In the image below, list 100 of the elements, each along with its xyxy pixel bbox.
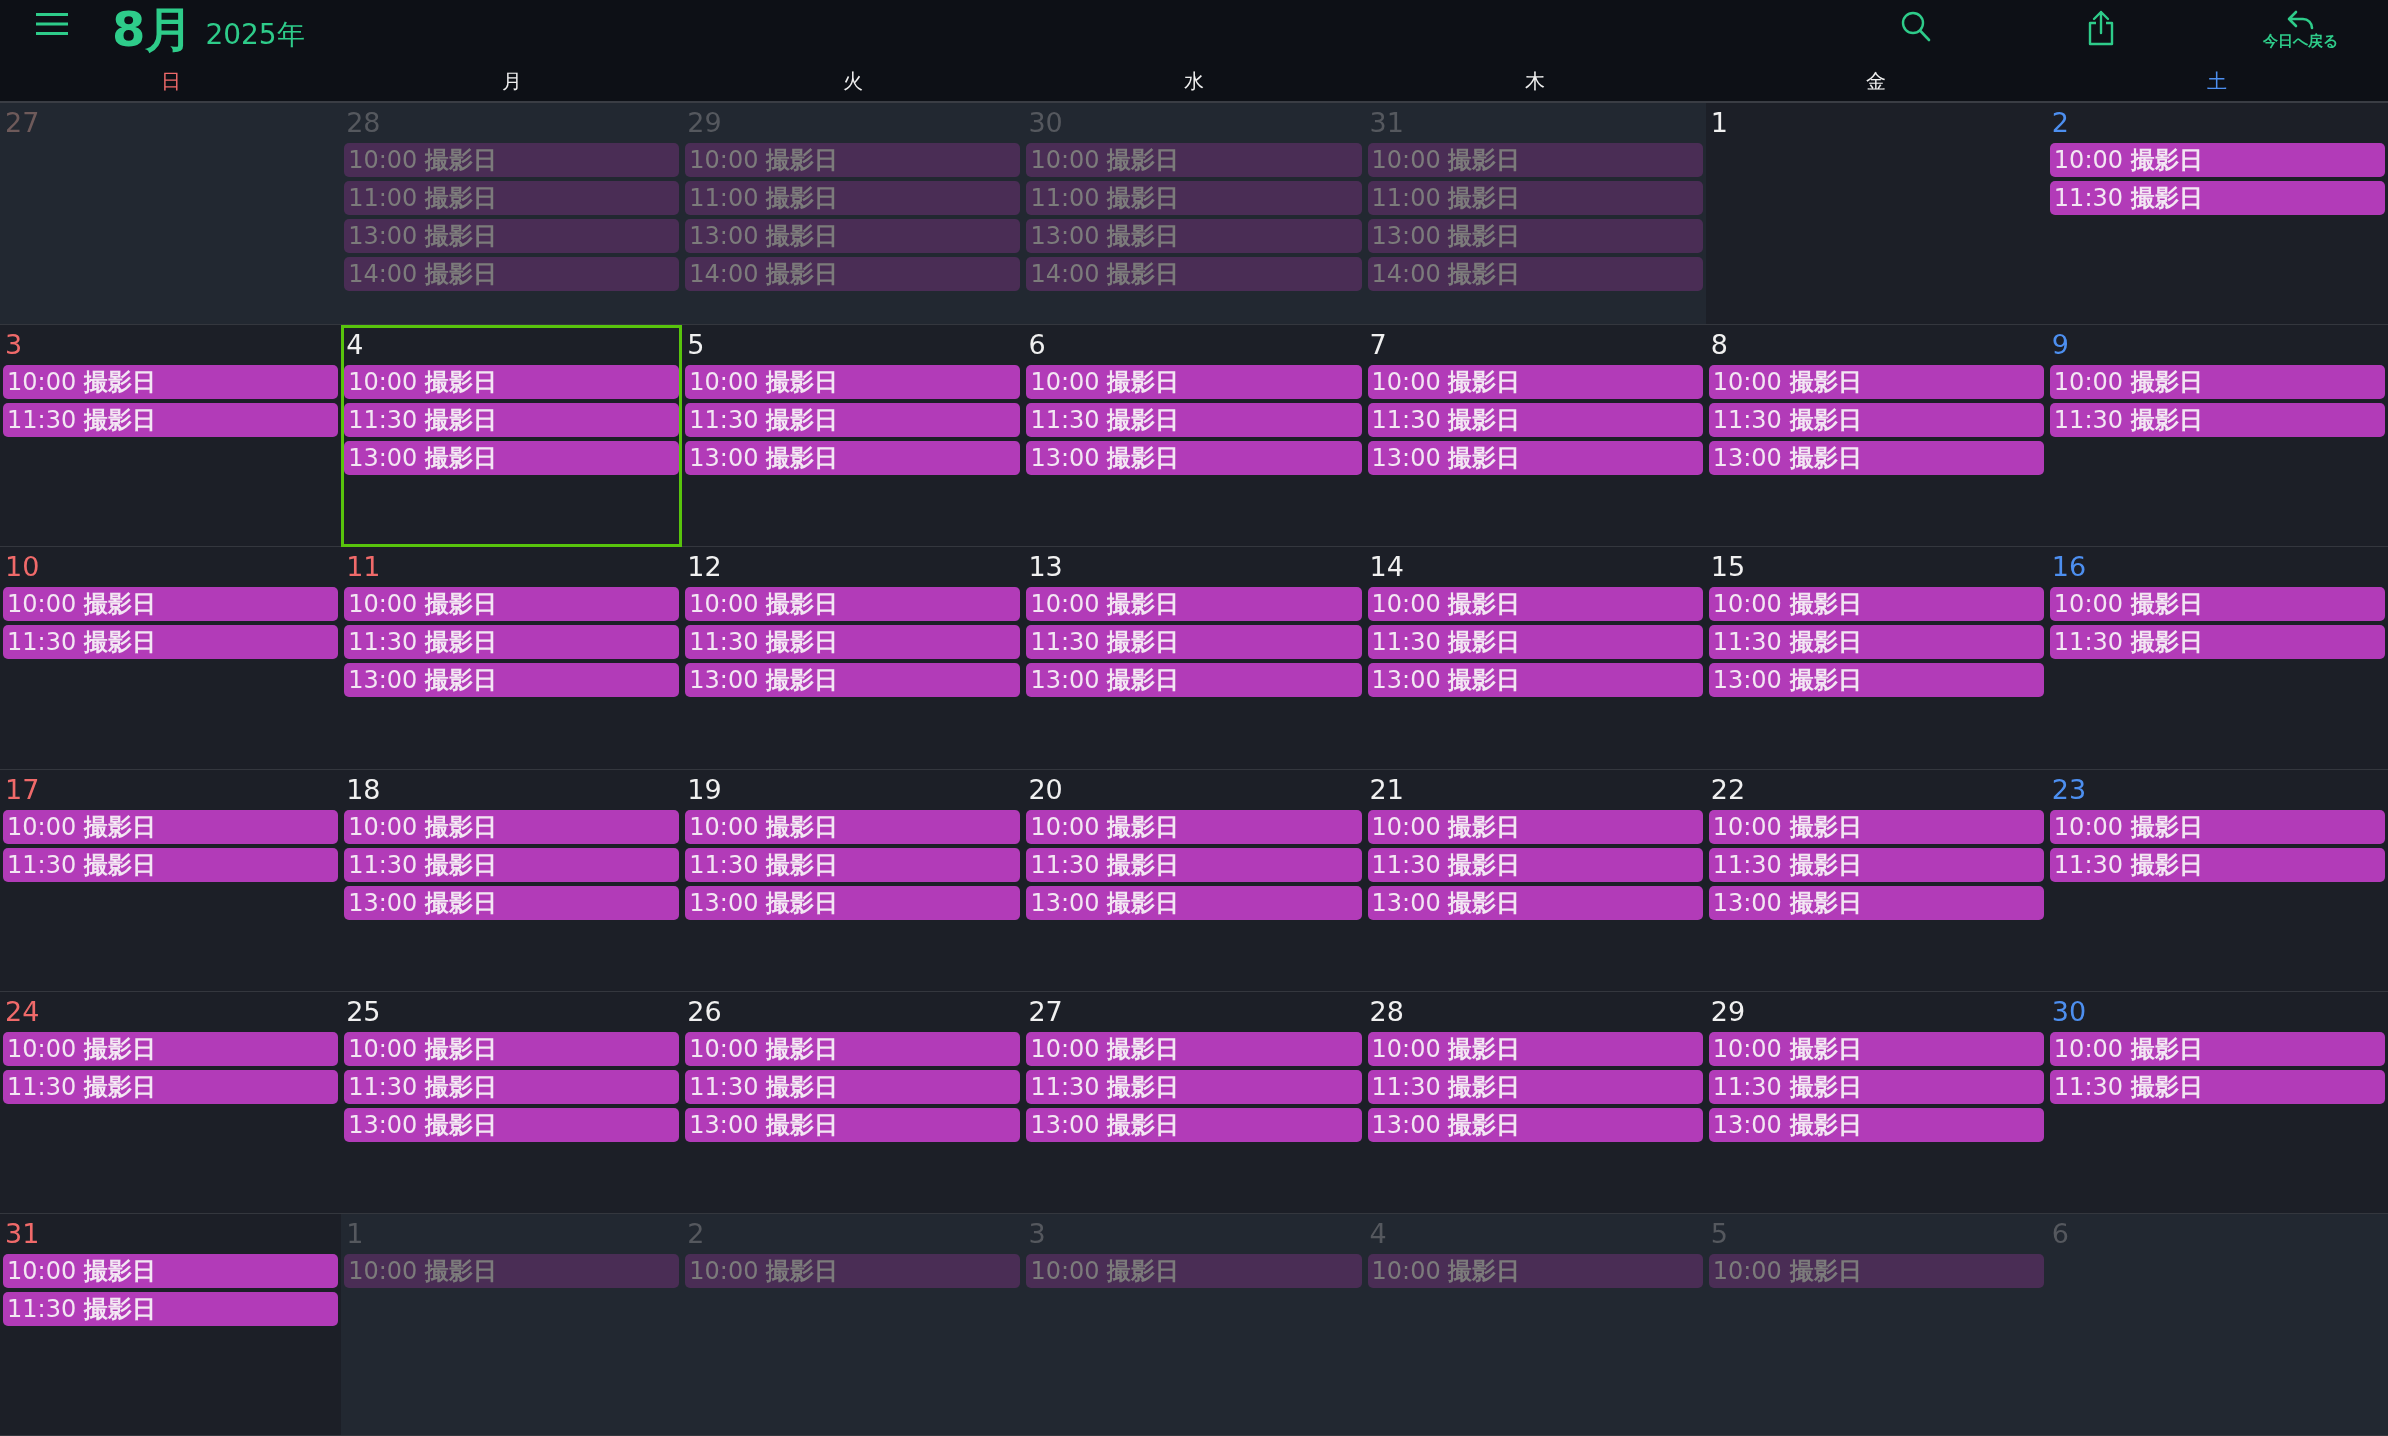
- event-bar[interactable]: 11:30 撮影日: [1367, 625, 1703, 660]
- back-to-today-button[interactable]: 今日へ戻る: [2263, 9, 2338, 51]
- event-bar[interactable]: 13:00 撮影日: [1026, 885, 1362, 920]
- event-bar[interactable]: 10:00 撮影日: [1367, 365, 1703, 400]
- event-bar[interactable]: 13:00 撮影日: [1026, 1107, 1362, 1142]
- event-bar[interactable]: 14:00 撮影日: [1367, 257, 1703, 291]
- event-bar[interactable]: 13:00 撮影日: [685, 663, 1021, 698]
- selected-day-cell[interactable]: 4 10:00 撮影日 11:30 撮影日 13:00 撮影日: [341, 325, 683, 548]
- day-cell[interactable]: 27: [0, 103, 342, 326]
- event-bar[interactable]: 13:00 撮影日: [1367, 219, 1703, 253]
- share-icon[interactable]: [2087, 10, 2115, 46]
- menu-icon[interactable]: [36, 12, 68, 36]
- event-bar[interactable]: 10:00 撮影日: [685, 587, 1021, 622]
- event-bar[interactable]: 11:30 撮影日: [685, 403, 1021, 438]
- event-bar[interactable]: 11:30 撮影日: [3, 403, 339, 438]
- event-bar[interactable]: 11:30 撮影日: [2049, 847, 2385, 882]
- event-bar[interactable]: 10:00 撮影日: [1367, 1253, 1703, 1288]
- event-bar[interactable]: 11:30 撮影日: [1026, 625, 1362, 660]
- event-bar[interactable]: 13:00 撮影日: [685, 1107, 1021, 1142]
- event-bar[interactable]: 11:30 撮影日: [2049, 625, 2385, 660]
- event-bar[interactable]: 10:00 撮影日: [344, 587, 680, 622]
- event-bar[interactable]: 11:00 撮影日: [1026, 181, 1362, 215]
- event-bar[interactable]: 13:00 撮影日: [1708, 441, 2044, 476]
- event-bar[interactable]: 13:00 撮影日: [1367, 441, 1703, 476]
- event-bar[interactable]: 10:00 撮影日: [2049, 809, 2385, 844]
- event-bar[interactable]: 10:00 撮影日: [685, 1253, 1021, 1288]
- event-bar[interactable]: 11:30 撮影日: [1708, 403, 2044, 438]
- event-bar[interactable]: 13:00 撮影日: [1708, 885, 2044, 920]
- event-bar[interactable]: 13:00 撮影日: [344, 219, 680, 253]
- event-bar[interactable]: 10:00 撮影日: [1367, 809, 1703, 844]
- event-bar[interactable]: 11:30 撮影日: [3, 847, 339, 882]
- event-bar[interactable]: 11:30 撮影日: [3, 1069, 339, 1104]
- event-bar[interactable]: 10:00 撮影日: [344, 365, 680, 400]
- event-bar[interactable]: 14:00 撮影日: [344, 257, 680, 291]
- event-bar[interactable]: 10:00 撮影日: [2049, 587, 2385, 622]
- event-bar[interactable]: 14:00 撮影日: [1026, 257, 1362, 291]
- event-bar[interactable]: 13:00 撮影日: [685, 885, 1021, 920]
- event-bar[interactable]: 10:00 撮影日: [1708, 365, 2044, 400]
- event-bar[interactable]: 11:30 撮影日: [1708, 1069, 2044, 1104]
- event-bar[interactable]: 13:00 撮影日: [344, 1107, 680, 1142]
- event-bar[interactable]: 11:30 撮影日: [344, 403, 680, 438]
- event-bar[interactable]: 11:30 撮影日: [1367, 847, 1703, 882]
- event-bar[interactable]: 10:00 撮影日: [1026, 143, 1362, 177]
- event-bar[interactable]: 10:00 撮影日: [1708, 809, 2044, 844]
- event-bar[interactable]: 11:30 撮影日: [2049, 403, 2385, 438]
- event-bar[interactable]: 13:00 撮影日: [344, 885, 680, 920]
- event-bar[interactable]: 10:00 撮影日: [1026, 1253, 1362, 1288]
- event-bar[interactable]: 10:00 撮影日: [685, 1031, 1021, 1066]
- event-bar[interactable]: 13:00 撮影日: [344, 441, 680, 476]
- event-bar[interactable]: 11:30 撮影日: [1026, 847, 1362, 882]
- event-bar[interactable]: 11:30 撮影日: [1026, 403, 1362, 438]
- event-bar[interactable]: 10:00 撮影日: [3, 1253, 339, 1288]
- event-bar[interactable]: 11:30 撮影日: [685, 847, 1021, 882]
- event-bar[interactable]: 11:30 撮影日: [344, 1069, 680, 1104]
- event-bar[interactable]: 11:30 撮影日: [344, 625, 680, 660]
- search-icon[interactable]: [1901, 11, 1931, 43]
- event-bar[interactable]: 10:00 撮影日: [2049, 1031, 2385, 1066]
- event-bar[interactable]: 11:30 撮影日: [2049, 1069, 2385, 1104]
- event-bar[interactable]: 11:30 撮影日: [3, 1291, 339, 1326]
- event-bar[interactable]: 13:00 撮影日: [1367, 663, 1703, 698]
- event-bar[interactable]: 11:00 撮影日: [685, 181, 1021, 215]
- event-bar[interactable]: 13:00 撮影日: [1708, 1107, 2044, 1142]
- event-bar[interactable]: 10:00 撮影日: [685, 809, 1021, 844]
- event-bar[interactable]: 10:00 撮影日: [1708, 587, 2044, 622]
- event-bar[interactable]: 13:00 撮影日: [1367, 1107, 1703, 1142]
- event-bar[interactable]: 13:00 撮影日: [344, 663, 680, 698]
- event-bar[interactable]: 11:30 撮影日: [1367, 1069, 1703, 1104]
- event-bar[interactable]: 10:00 撮影日: [1367, 143, 1703, 177]
- event-bar[interactable]: 14:00 撮影日: [685, 257, 1021, 291]
- event-bar[interactable]: 10:00 撮影日: [1026, 809, 1362, 844]
- event-bar[interactable]: 11:30 撮影日: [1708, 847, 2044, 882]
- event-bar[interactable]: 10:00 撮影日: [685, 143, 1021, 177]
- event-bar[interactable]: 10:00 撮影日: [1026, 1031, 1362, 1066]
- event-bar[interactable]: 10:00 撮影日: [1026, 587, 1362, 622]
- event-bar[interactable]: 10:00 撮影日: [344, 1031, 680, 1066]
- event-bar[interactable]: 13:00 撮影日: [1026, 441, 1362, 476]
- event-bar[interactable]: 11:00 撮影日: [344, 181, 680, 215]
- event-bar[interactable]: 11:30 撮影日: [2049, 181, 2385, 215]
- event-bar[interactable]: 10:00 撮影日: [3, 587, 339, 622]
- event-bar[interactable]: 11:30 撮影日: [685, 625, 1021, 660]
- event-bar[interactable]: 10:00 撮影日: [2049, 365, 2385, 400]
- event-bar[interactable]: 11:30 撮影日: [3, 625, 339, 660]
- event-bar[interactable]: 13:00 撮影日: [685, 219, 1021, 253]
- event-bar[interactable]: 10:00 撮影日: [2049, 143, 2385, 177]
- event-bar[interactable]: 10:00 撮影日: [685, 365, 1021, 400]
- event-bar[interactable]: 10:00 撮影日: [1367, 587, 1703, 622]
- event-bar[interactable]: 10:00 撮影日: [3, 1031, 339, 1066]
- event-bar[interactable]: 10:00 撮影日: [1026, 365, 1362, 400]
- event-bar[interactable]: 11:30 撮影日: [1026, 1069, 1362, 1104]
- event-bar[interactable]: 13:00 撮影日: [685, 441, 1021, 476]
- event-bar[interactable]: 10:00 撮影日: [344, 1253, 680, 1288]
- event-bar[interactable]: 10:00 撮影日: [3, 809, 339, 844]
- event-bar[interactable]: 13:00 撮影日: [1367, 885, 1703, 920]
- event-bar[interactable]: 10:00 撮影日: [344, 143, 680, 177]
- event-bar[interactable]: 11:30 撮影日: [685, 1069, 1021, 1104]
- event-bar[interactable]: 11:30 撮影日: [1708, 625, 2044, 660]
- event-bar[interactable]: 10:00 撮影日: [1367, 1031, 1703, 1066]
- event-bar[interactable]: 10:00 撮影日: [1708, 1253, 2044, 1288]
- event-bar[interactable]: 13:00 撮影日: [1708, 663, 2044, 698]
- event-bar[interactable]: 11:00 撮影日: [1367, 181, 1703, 215]
